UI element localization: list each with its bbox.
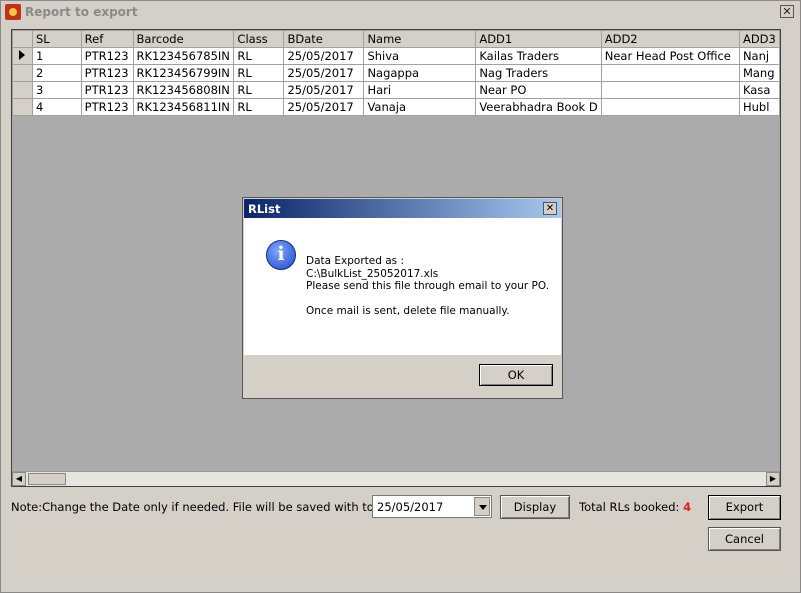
cell-add1[interactable]: Veerabhadra Book D [475,98,602,116]
cell-bdate[interactable]: 25/05/2017 [283,47,365,65]
app-icon [5,4,21,20]
cell-add1[interactable]: Near PO [475,81,602,99]
cell-class[interactable]: RL [233,81,285,99]
row-selector[interactable] [12,98,33,116]
cell-class[interactable]: RL [233,64,285,82]
total-count: 4 [683,500,692,514]
cell-sl[interactable]: 2 [31,64,82,82]
cell-bdate[interactable]: 25/05/2017 [283,81,365,99]
cell-name[interactable]: Nagappa [363,64,477,82]
cell-ref[interactable]: PTR123 [80,64,134,82]
date-value: 25/05/2017 [377,500,444,514]
cell-name[interactable]: Hari [363,81,477,99]
cell-name[interactable]: Shiva [363,47,477,65]
cell-add2[interactable] [600,81,740,99]
ok-button[interactable]: OK [479,364,553,386]
column-header-ref[interactable]: Ref [80,30,134,48]
cell-bdate[interactable]: 25/05/2017 [283,98,365,116]
scroll-thumb[interactable] [28,473,66,485]
dialog-close-button[interactable]: ✕ [543,202,557,215]
info-icon [266,240,296,270]
row-selector[interactable] [12,64,33,82]
row-selector[interactable] [12,81,33,99]
column-header-add2[interactable]: ADD2 [600,30,740,48]
title-bar: Report to export ✕ [1,1,800,23]
cell-class[interactable]: RL [233,47,285,65]
cancel-button[interactable]: Cancel [708,527,781,551]
cell-ref[interactable]: PTR123 [80,47,134,65]
export-button[interactable]: Export [708,495,781,520]
export-message-dialog: RList ✕ Data Exported as : C:\BulkList_2… [242,197,563,399]
date-picker[interactable]: 25/05/2017 [372,495,492,518]
dialog-title: RList [248,202,281,216]
total-label: Total RLs booked: [579,500,680,514]
table-row[interactable]: 4 PTR123 RK123456811IN RL 25/05/2017 Van… [12,98,780,116]
date-dropdown-icon[interactable] [474,497,490,516]
cell-barcode[interactable]: RK123456799IN [132,64,235,82]
cell-barcode[interactable]: RK123456785IN [132,47,235,65]
window-close-button[interactable]: ✕ [780,5,794,18]
corner-cell [12,30,33,48]
table-row[interactable]: 1 PTR123 RK123456785IN RL 25/05/2017 Shi… [12,47,780,65]
cell-sl[interactable]: 4 [31,98,82,116]
current-row-arrow-icon [19,50,25,60]
column-header-bdate[interactable]: BDate [283,30,365,48]
cell-add3[interactable]: Kasa [738,81,780,99]
display-button[interactable]: Display [500,495,570,519]
message-line: Data Exported as : [306,255,405,267]
column-header-sl[interactable]: SL [31,30,82,48]
cell-ref[interactable]: PTR123 [80,98,134,116]
horizontal-scrollbar[interactable]: ◀ ▶ [12,471,780,486]
table-row[interactable]: 2 PTR123 RK123456799IN RL 25/05/2017 Nag… [12,64,780,82]
cell-name[interactable]: Vanaja [363,98,477,116]
window-title: Report to export [25,5,138,19]
cell-barcode[interactable]: RK123456811IN [132,98,235,116]
cell-add3[interactable]: Mang [738,64,780,82]
column-header-name[interactable]: Name [363,30,477,48]
message-line: Once mail is sent, delete file manually. [306,305,510,317]
column-header-barcode[interactable]: Barcode [132,30,235,48]
cell-add1[interactable]: Kailas Traders [475,47,602,65]
scroll-right-icon[interactable]: ▶ [766,472,780,486]
grid-table: SL Ref Barcode Class BDate Name ADD1 ADD… [12,30,780,116]
column-header-add1[interactable]: ADD1 [475,30,602,48]
scroll-left-icon[interactable]: ◀ [12,472,26,486]
cell-add1[interactable]: Nag Traders [475,64,602,82]
cell-barcode[interactable]: RK123456808IN [132,81,235,99]
cell-ref[interactable]: PTR123 [80,81,134,99]
grid-header-row: SL Ref Barcode Class BDate Name ADD1 ADD… [12,30,780,48]
cell-add2[interactable] [600,64,740,82]
cell-add3[interactable]: Nanj [738,47,780,65]
message-line: Please send this file through email to y… [306,280,550,292]
cell-add2[interactable] [600,98,740,116]
cell-sl[interactable]: 3 [31,81,82,99]
cell-class[interactable]: RL [233,98,285,116]
cell-bdate[interactable]: 25/05/2017 [283,64,365,82]
message-line [306,293,549,306]
cell-add3[interactable]: Hubl [738,98,780,116]
dialog-message: Data Exported as : C:\BulkList_25052017.… [306,255,549,318]
row-selector[interactable] [12,47,33,65]
cell-add2[interactable]: Near Head Post Office [600,47,740,65]
cell-sl[interactable]: 1 [31,47,82,65]
column-header-class[interactable]: Class [233,30,285,48]
dialog-title-bar: RList ✕ [244,199,561,218]
total-rls: Total RLs booked: 4 [579,500,691,514]
column-header-add3[interactable]: ADD3 [738,30,780,48]
message-line: C:\BulkList_25052017.xls [306,267,439,280]
table-row[interactable]: 3 PTR123 RK123456808IN RL 25/05/2017 Har… [12,81,780,99]
dialog-body: Data Exported as : C:\BulkList_25052017.… [244,218,561,355]
